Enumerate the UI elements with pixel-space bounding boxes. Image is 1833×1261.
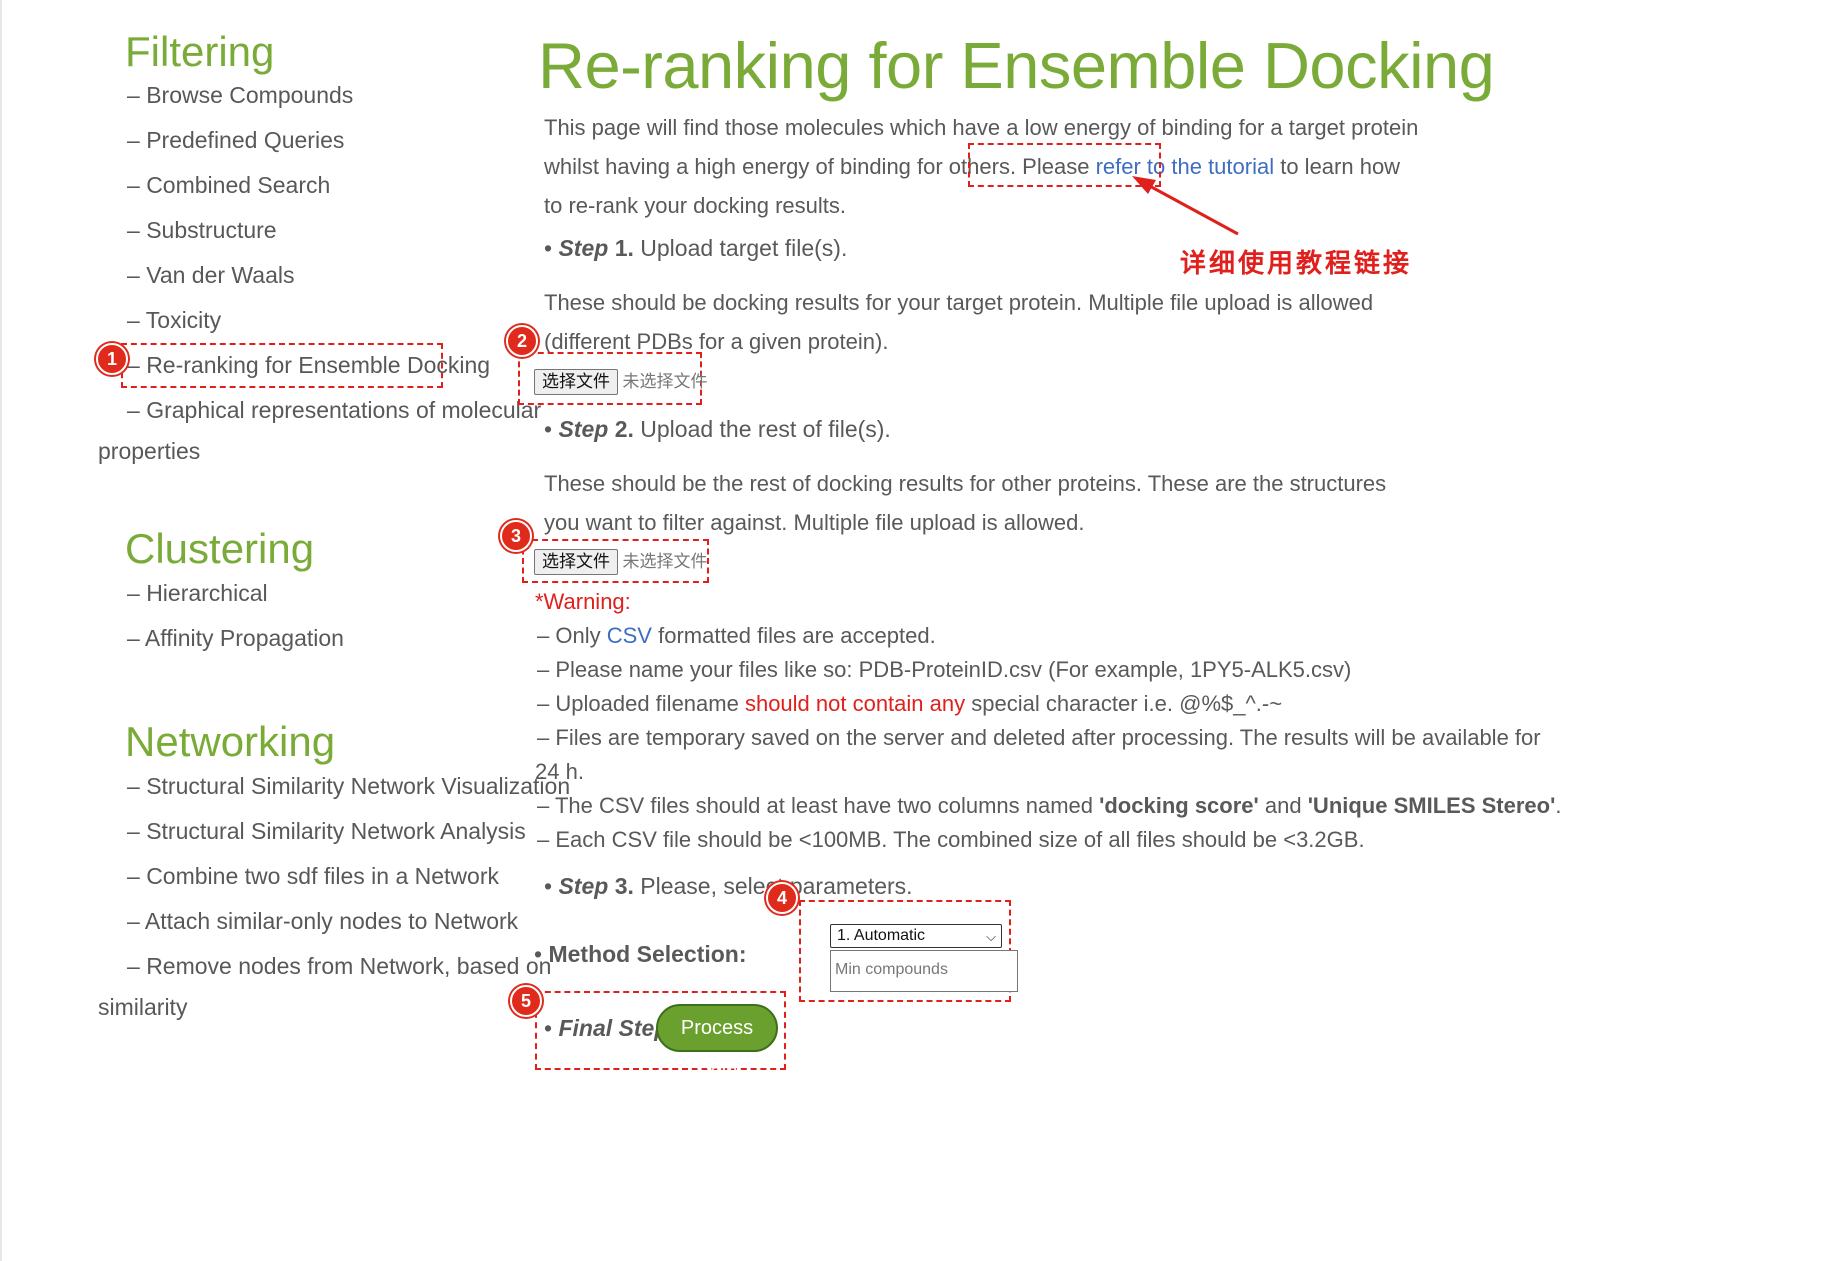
target-file-choose-button[interactable]: 选择文件 (534, 369, 618, 395)
nav-browse-compounds[interactable]: – Browse Compounds (127, 82, 353, 109)
step3-heading: • Step 3. Please, select parameters. (544, 873, 913, 899)
nav-hierarchical[interactable]: – Hierarchical (127, 580, 268, 607)
filtering-heading: Filtering (125, 28, 275, 75)
annotation-badge-1: 1 (96, 343, 128, 375)
nav-combined-search[interactable]: – Combined Search (127, 172, 330, 199)
left-border (0, 0, 2, 1261)
annotation-badge-4: 4 (766, 882, 798, 914)
nav-substructure[interactable]: – Substructure (127, 217, 277, 244)
target-file-input[interactable]: 选择文件 未选择文件 (534, 367, 708, 395)
tutorial-annotation-note: 详细使用教程链接 (1180, 249, 1413, 279)
step2-heading: • Step 2. Upload the rest of file(s). (544, 416, 891, 442)
nav-predefined-queries[interactable]: – Predefined Queries (127, 127, 344, 154)
nav-remove-nodes[interactable]: – Remove nodes from Network, based on sim… (98, 946, 588, 1028)
annotation-badge-3: 3 (500, 520, 532, 552)
nav-affinity-propagation[interactable]: – Affinity Propagation (127, 625, 344, 652)
clustering-heading: Clustering (125, 525, 315, 572)
annotation-badge-5: 5 (510, 985, 542, 1017)
warning-line-filename: – Uploaded filename should not contain a… (537, 691, 1283, 716)
other-files-choose-button[interactable]: 选择文件 (534, 549, 618, 575)
annotation-badge-2: 2 (506, 325, 538, 357)
min-compounds-input[interactable]: Min compounds (830, 950, 1018, 992)
nav-combine-sdf-files[interactable]: – Combine two sdf files in a Network (127, 863, 499, 890)
warning-line-temporary: – Files are temporary saved on the serve… (537, 725, 1541, 750)
chevron-down-icon: ⌵ (986, 929, 996, 944)
step1-description: These should be docking results for your… (544, 290, 1374, 354)
highlight-box-1 (121, 343, 443, 388)
other-files-input[interactable]: 选择文件 未选择文件 (534, 547, 708, 575)
networking-heading: Networking (125, 718, 336, 765)
step2-description: These should be the rest of docking resu… (544, 471, 1387, 535)
method-select[interactable]: 1. Automatic ⌵ (830, 924, 1002, 948)
nav-network-visualization[interactable]: – Structural Similarity Network Visualiz… (127, 773, 570, 800)
other-files-status: 未选择文件 (622, 552, 708, 572)
page-title: Re-ranking for Ensemble Docking (538, 29, 1495, 102)
warning-line-temporary-cont: 24 h. (535, 759, 584, 784)
nav-van-der-waals[interactable]: – Van der Waals (127, 262, 294, 289)
nav-attach-similar-nodes[interactable]: – Attach similar-only nodes to Network (127, 908, 518, 935)
nav-graphical-representations[interactable]: – Graphical representations of molecular… (98, 390, 588, 472)
warning-line-columns: – The CSV files should at least have two… (537, 793, 1562, 818)
step1-heading: • Step 1. Upload target file(s). (544, 235, 848, 261)
annotation-arrow-icon (1132, 176, 1239, 236)
warning-line-naming: – Please name your files like so: PDB-Pr… (537, 657, 1352, 682)
warning-heading: *Warning: (535, 589, 631, 614)
nav-network-analysis[interactable]: – Structural Similarity Network Analysis (127, 818, 526, 845)
warning-line-csv: – Only CSV formatted files are accepted. (537, 623, 936, 648)
nav-toxicity[interactable]: – Toxicity (127, 307, 221, 334)
warning-line-size: – Each CSV file should be <100MB. The co… (537, 827, 1365, 852)
target-file-status: 未选择文件 (622, 372, 708, 392)
method-selection-label: • Method Selection: (534, 941, 747, 967)
process-data-button[interactable]: Process Data (656, 1004, 778, 1083)
